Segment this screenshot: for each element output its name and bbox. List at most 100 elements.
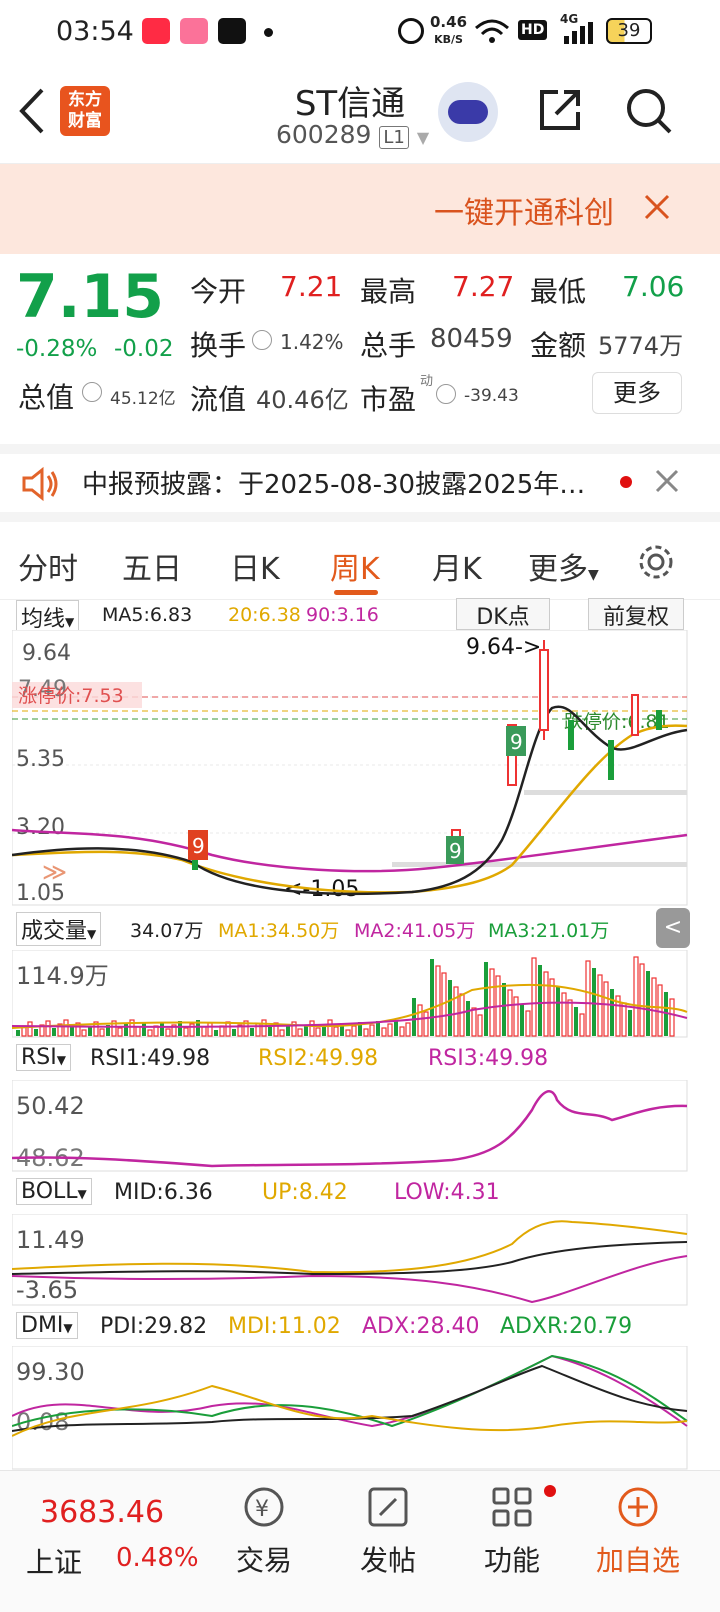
volume-bar	[183, 1027, 189, 1037]
vol-ma1: MA1:34.50万	[218, 920, 340, 942]
volume-bar	[466, 1001, 470, 1036]
active-tab-indicator	[334, 590, 378, 595]
caret-down-icon: ▼	[87, 927, 97, 941]
ai-assistant-icon[interactable]	[438, 82, 498, 142]
volume-bar	[165, 1028, 171, 1037]
volume-bar	[477, 1014, 483, 1037]
indicator-select[interactable]: 均线▼	[16, 600, 80, 634]
volume-bar	[423, 1011, 429, 1037]
volume-bar	[142, 1023, 146, 1036]
volume-bar	[646, 971, 650, 1036]
volume-bar	[232, 1029, 236, 1036]
tab-weekly-k[interactable]: 周K	[330, 544, 380, 588]
close-icon[interactable]	[642, 192, 672, 222]
volume-bar	[160, 1022, 164, 1036]
arrow-right-icon: ≫	[42, 858, 67, 886]
net-speed: 0.46	[430, 13, 468, 31]
notice-bar[interactable]: 中报预披露：于2025-08-30披露2025年…	[0, 444, 720, 522]
info-icon[interactable]	[436, 384, 456, 404]
volume-bar	[399, 1026, 405, 1037]
volume-bar	[261, 1019, 267, 1037]
volume-bar	[525, 1010, 531, 1037]
volume-chart: 114.9万	[12, 950, 688, 1038]
td-nine-buy-2: 9	[449, 839, 462, 863]
open-value: 7.21	[280, 270, 343, 303]
volume-bar	[513, 996, 519, 1037]
trade-yen-icon: ¥	[244, 1487, 284, 1527]
volume-bar	[363, 1028, 369, 1037]
tab-more-label: 更多	[528, 552, 588, 587]
dk-point-button[interactable]: DK点	[456, 598, 550, 630]
unread-dot-icon	[620, 476, 632, 488]
vol-row: 成交量▼ 34.07万 MA1:34.50万 MA2:41.05万 MA3:21…	[0, 908, 720, 948]
back-icon[interactable]	[14, 86, 48, 136]
volume-bar	[538, 965, 542, 1036]
collapse-panel-icon[interactable]: <	[656, 908, 690, 948]
volume-bar	[621, 1002, 627, 1037]
quote-panel: 7.15 -0.28% -0.02 总值 45.12亿 今开 7.21 最高 7…	[0, 254, 720, 444]
volume-bar	[394, 1020, 398, 1036]
adjust-button[interactable]: 前复权	[588, 598, 684, 630]
search-icon[interactable]	[624, 86, 674, 136]
settings-gear-icon[interactable]	[636, 542, 676, 582]
tab-more[interactable]: 更多▼	[528, 544, 599, 588]
battery-indicator: 39	[606, 18, 652, 44]
caret-down-icon: ▼	[65, 615, 75, 629]
volume-bar	[345, 1029, 351, 1037]
limit-up-label: 涨停价:7.53	[18, 685, 124, 707]
volume-bar	[435, 965, 441, 1037]
promo-banner[interactable]: 一键开通科创	[0, 164, 720, 254]
tab-monthly-k[interactable]: 月K	[432, 544, 482, 588]
rsi-select-label: RSI	[21, 1045, 57, 1070]
volume-bar	[135, 1026, 141, 1037]
more-button[interactable]: 更多	[592, 372, 682, 414]
hd-badge: HD	[518, 20, 548, 40]
volume-bar	[585, 960, 591, 1037]
boll-low: LOW:4.31	[394, 1180, 500, 1205]
volume-bar	[27, 1021, 33, 1037]
banner-text: 一键开通科创	[434, 196, 614, 231]
dmi-adxr: ADXR:20.79	[500, 1314, 633, 1339]
volume-bar	[556, 986, 560, 1036]
amount-label: 金额	[530, 329, 587, 362]
index-value[interactable]: 3683.46	[40, 1495, 164, 1530]
index-name[interactable]: 上证	[26, 1541, 82, 1581]
post-button[interactable]: 发帖	[358, 1485, 418, 1579]
boll-select[interactable]: BOLL▼	[16, 1178, 92, 1205]
ma20-value: 20:6.38	[228, 604, 301, 626]
rsi-select[interactable]: RSI▼	[16, 1044, 71, 1071]
svg-text:¥: ¥	[255, 1497, 269, 1522]
share-icon[interactable]	[536, 86, 584, 134]
info-icon[interactable]	[82, 382, 102, 402]
k-y-label-4: 3.20	[16, 815, 65, 840]
trade-button[interactable]: ¥ 交易	[234, 1485, 294, 1579]
info-icon[interactable]	[252, 330, 272, 350]
volume-bar	[507, 989, 513, 1037]
boll-y-label-2: -3.65	[16, 1276, 78, 1304]
rsi2-value: RSI2:49.98	[258, 1046, 379, 1071]
volume-bar	[117, 1027, 123, 1037]
kline-chart[interactable]: 9.64 7.49 涨停价:7.53 5.35 3.20 1.05 9.64->…	[12, 630, 688, 906]
volume-bar	[369, 1024, 375, 1037]
trade-label: 交易	[235, 1544, 292, 1577]
rsi-row: RSI▼ RSI1:49.98 RSI2:49.98 RSI3:49.98	[0, 1044, 720, 1076]
high-value: 7.27	[452, 270, 515, 303]
volume-value: 80459	[430, 324, 513, 354]
volume-bar	[633, 956, 639, 1037]
function-button[interactable]: 功能	[482, 1485, 556, 1579]
eastmoney-logo-icon[interactable]: 东方 财富	[60, 86, 110, 136]
tab-five-day[interactable]: 五日	[122, 544, 182, 588]
vol-select[interactable]: 成交量▼	[16, 912, 102, 946]
add-watchlist-button[interactable]: 加自选	[590, 1485, 686, 1579]
stock-code-selector[interactable]: 600289 L1 ▼	[276, 120, 429, 149]
caret-down-icon: ▼	[63, 1321, 73, 1335]
chevron-down-icon: ▼	[416, 128, 430, 147]
close-icon[interactable]	[654, 468, 680, 494]
tab-minute[interactable]: 分时	[18, 544, 78, 588]
vol-select-label: 成交量	[21, 919, 88, 944]
dmi-select[interactable]: DMI▼	[16, 1312, 78, 1339]
net-unit: KB/S	[434, 33, 463, 46]
bilibili-icon	[180, 18, 208, 44]
tab-daily-k[interactable]: 日K	[230, 544, 280, 588]
turnover-value: 1.42%	[280, 330, 344, 354]
